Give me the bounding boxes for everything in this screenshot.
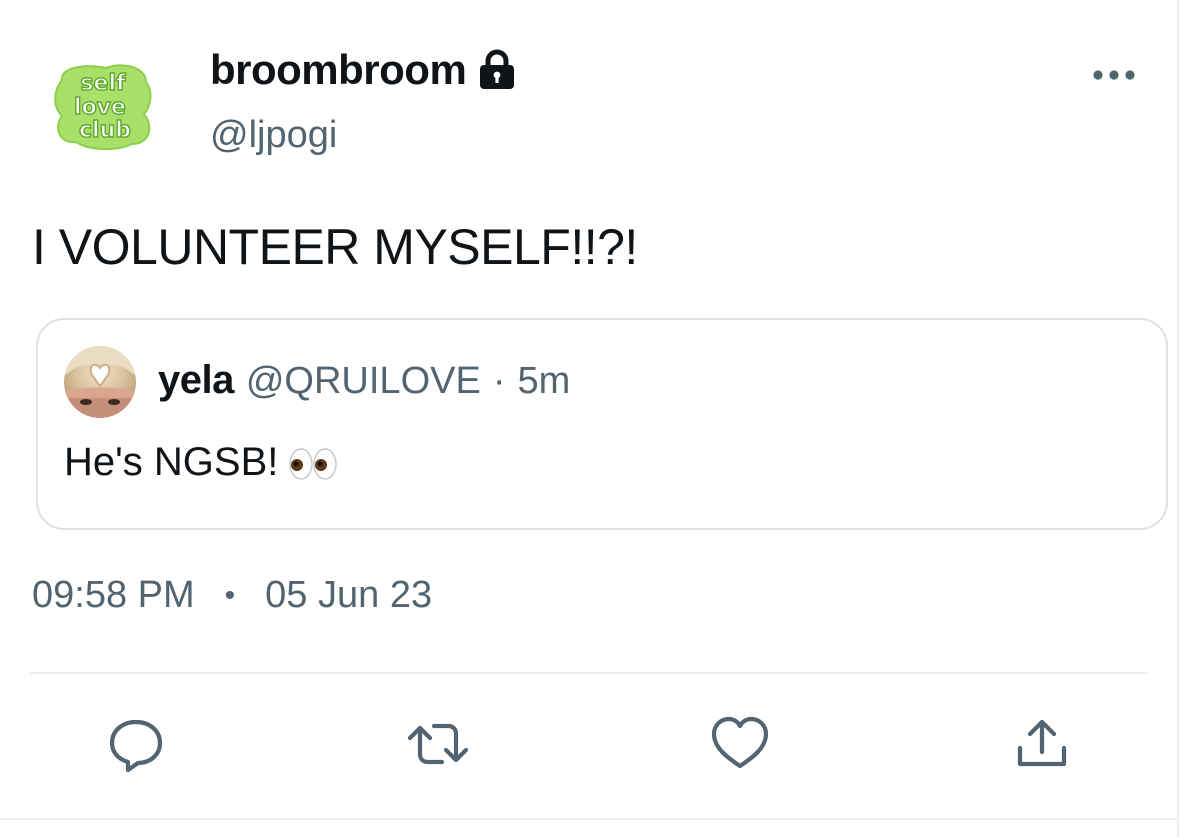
more-dots-icon	[1093, 70, 1135, 80]
quoted-header-separator: ·	[492, 360, 506, 402]
quoted-author-display-name[interactable]: yela	[158, 358, 234, 403]
author-avatar[interactable]: self love club	[50, 52, 156, 158]
tweet-text: I VOLUNTEER MYSELF!!?!	[32, 219, 638, 275]
logo-text-love: love	[74, 95, 126, 120]
author-handle[interactable]: @ljpogi	[210, 114, 337, 157]
retweet-button[interactable]	[406, 712, 470, 776]
quoted-tweet-header: yela @QRUILOVE · 5m	[158, 358, 570, 403]
like-button[interactable]	[708, 712, 772, 776]
tweet-time: 09:58 PM	[32, 574, 195, 616]
quoted-author-avatar[interactable]	[64, 346, 136, 418]
tweet-date: 05 Jun 23	[265, 574, 433, 616]
tweet-timestamp[interactable]: 09:58 PM • 05 Jun 23	[32, 574, 432, 617]
logo-text-club: club	[79, 118, 131, 143]
author-display-name[interactable]: broombroom	[210, 46, 467, 94]
share-button[interactable]	[1010, 712, 1074, 776]
quoted-tweet-text-row: He's NGSB!	[64, 440, 338, 485]
actions-divider	[30, 672, 1148, 674]
quoted-author-handle[interactable]: @QRUILOVE	[246, 360, 481, 403]
timestamp-separator: •	[224, 578, 236, 612]
quoted-tweet-time[interactable]: 5m	[517, 360, 570, 403]
share-icon	[1017, 719, 1067, 767]
logo-text-self: self	[80, 71, 126, 96]
reply-icon	[109, 719, 163, 773]
lock-icon	[478, 49, 516, 91]
heart-icon	[711, 716, 769, 769]
quoted-tweet-card[interactable]: yela @QRUILOVE · 5m He's NGSB!	[36, 318, 1168, 530]
quoted-tweet-text: He's NGSB!	[64, 440, 279, 484]
bottom-edge-divider	[0, 818, 1179, 820]
reply-button[interactable]	[104, 712, 168, 776]
retweet-icon	[407, 723, 469, 765]
eyes-icon	[288, 446, 338, 480]
more-options-button[interactable]	[1090, 60, 1138, 90]
self-love-club-logo: self love club	[54, 64, 152, 150]
author-name-row: broombroom	[210, 42, 516, 98]
